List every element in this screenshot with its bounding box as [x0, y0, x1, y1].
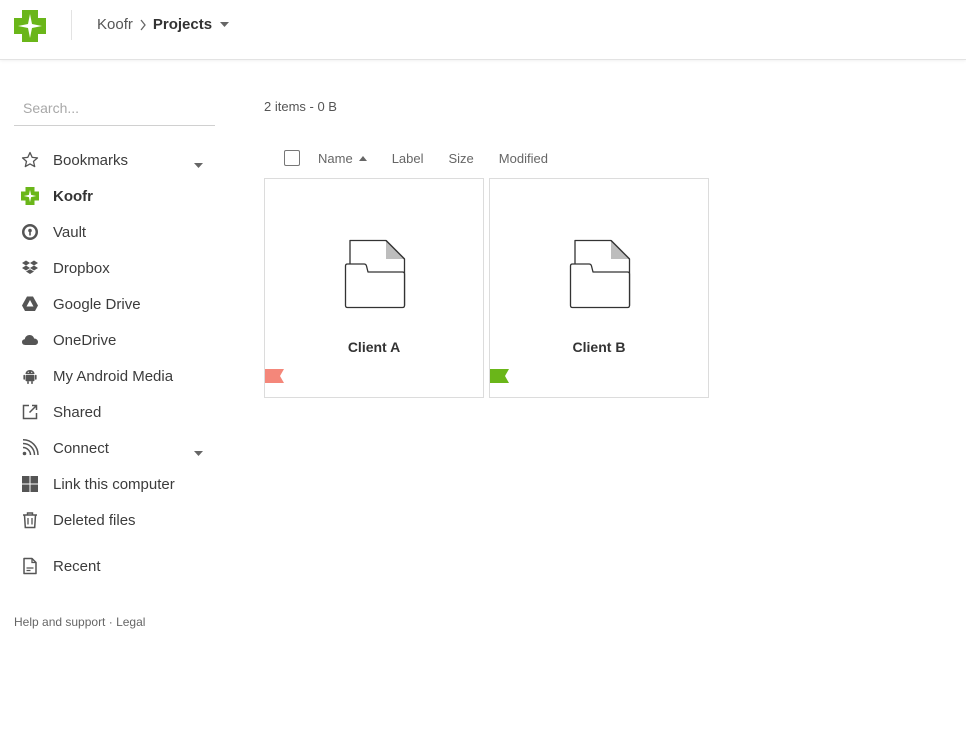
footer-separator: ·: [105, 615, 117, 629]
column-size[interactable]: Size: [449, 151, 474, 166]
topbar-divider: [71, 10, 72, 40]
label-flag-icon: [490, 369, 510, 388]
koofr-icon: [14, 187, 46, 205]
sidebar-item-koofr[interactable]: Koofr: [14, 178, 215, 214]
star-icon: [14, 151, 46, 169]
sidebar-item-android-media[interactable]: My Android Media: [14, 358, 215, 394]
sidebar-item-label: Bookmarks: [53, 151, 129, 169]
sidebar-item-onedrive[interactable]: OneDrive: [14, 322, 215, 358]
sidebar-item-google-drive[interactable]: Google Drive: [14, 286, 215, 322]
column-name-label: Name: [318, 150, 353, 166]
android-icon: [14, 367, 46, 385]
sidebar-item-label: Vault: [53, 223, 87, 241]
sidebar-item-label: Dropbox: [53, 259, 110, 277]
footer-links: Help and support · Legal: [14, 615, 145, 629]
sidebar-item-label: Connect: [53, 439, 109, 457]
sidebar-item-link-computer[interactable]: Link this computer: [14, 466, 215, 502]
sidebar-item-label: Shared: [53, 403, 102, 421]
file-card[interactable]: Client A: [264, 178, 484, 398]
folder-icon: [344, 239, 406, 314]
windows-icon: [14, 475, 46, 493]
sidebar-item-connect[interactable]: Connect: [14, 430, 215, 466]
caret-down-icon[interactable]: [194, 156, 203, 174]
caret-down-icon[interactable]: [194, 444, 203, 462]
sidebar-nav: Bookmarks Koofr Vault Dropbox Google Dri…: [14, 142, 215, 584]
external-link-icon: [14, 403, 46, 421]
sidebar-item-label: Deleted files: [53, 511, 136, 529]
breadcrumb-root[interactable]: Koofr: [97, 16, 133, 33]
column-name[interactable]: Name: [318, 151, 367, 166]
search-box: [14, 94, 215, 126]
sidebar-item-dropbox[interactable]: Dropbox: [14, 250, 215, 286]
sidebar-item-label: Koofr: [53, 187, 93, 205]
sidebar-item-label: Google Drive: [53, 295, 141, 313]
file-card[interactable]: Client B: [489, 178, 709, 398]
column-label[interactable]: Label: [392, 151, 424, 166]
chevron-right-icon: [139, 19, 147, 31]
legal-link[interactable]: Legal: [116, 615, 145, 629]
nav-gap: [14, 538, 215, 548]
items-summary: 2 items - 0 B: [264, 99, 337, 114]
breadcrumb: Koofr Projects: [97, 16, 230, 33]
vault-icon: [14, 223, 46, 241]
file-name: Client A: [347, 339, 401, 355]
sidebar-item-shared[interactable]: Shared: [14, 394, 215, 430]
caret-down-icon[interactable]: [220, 21, 230, 28]
folder-icon: [569, 239, 631, 314]
label-flag-icon: [265, 369, 285, 388]
top-bar: Koofr Projects: [0, 0, 966, 60]
breadcrumb-current[interactable]: Projects: [153, 16, 212, 33]
search-input[interactable]: [14, 94, 215, 122]
recent-file-icon: [14, 557, 46, 575]
file-name: Client B: [572, 339, 626, 355]
sidebar-item-label: OneDrive: [53, 331, 117, 349]
list-header: Name Label Size Modified: [284, 148, 573, 168]
sidebar-item-deleted-files[interactable]: Deleted files: [14, 502, 215, 538]
rss-icon: [14, 439, 46, 457]
koofr-logo-icon[interactable]: [14, 10, 46, 42]
sort-ascending-icon: [358, 155, 367, 161]
sidebar-item-bookmarks[interactable]: Bookmarks: [14, 142, 215, 178]
sidebar-item-vault[interactable]: Vault: [14, 214, 215, 250]
trash-icon: [14, 511, 46, 529]
select-all-checkbox[interactable]: [284, 150, 300, 166]
help-link[interactable]: Help and support: [14, 615, 105, 629]
sidebar-item-label: My Android Media: [53, 367, 174, 385]
sidebar-item-label: Recent: [53, 557, 101, 575]
column-modified[interactable]: Modified: [499, 151, 548, 166]
sidebar-item-label: Link this computer: [53, 475, 175, 493]
dropbox-icon: [14, 259, 46, 277]
cloud-icon: [14, 331, 46, 349]
google-drive-icon: [14, 295, 46, 313]
sidebar-item-recent[interactable]: Recent: [14, 548, 215, 584]
